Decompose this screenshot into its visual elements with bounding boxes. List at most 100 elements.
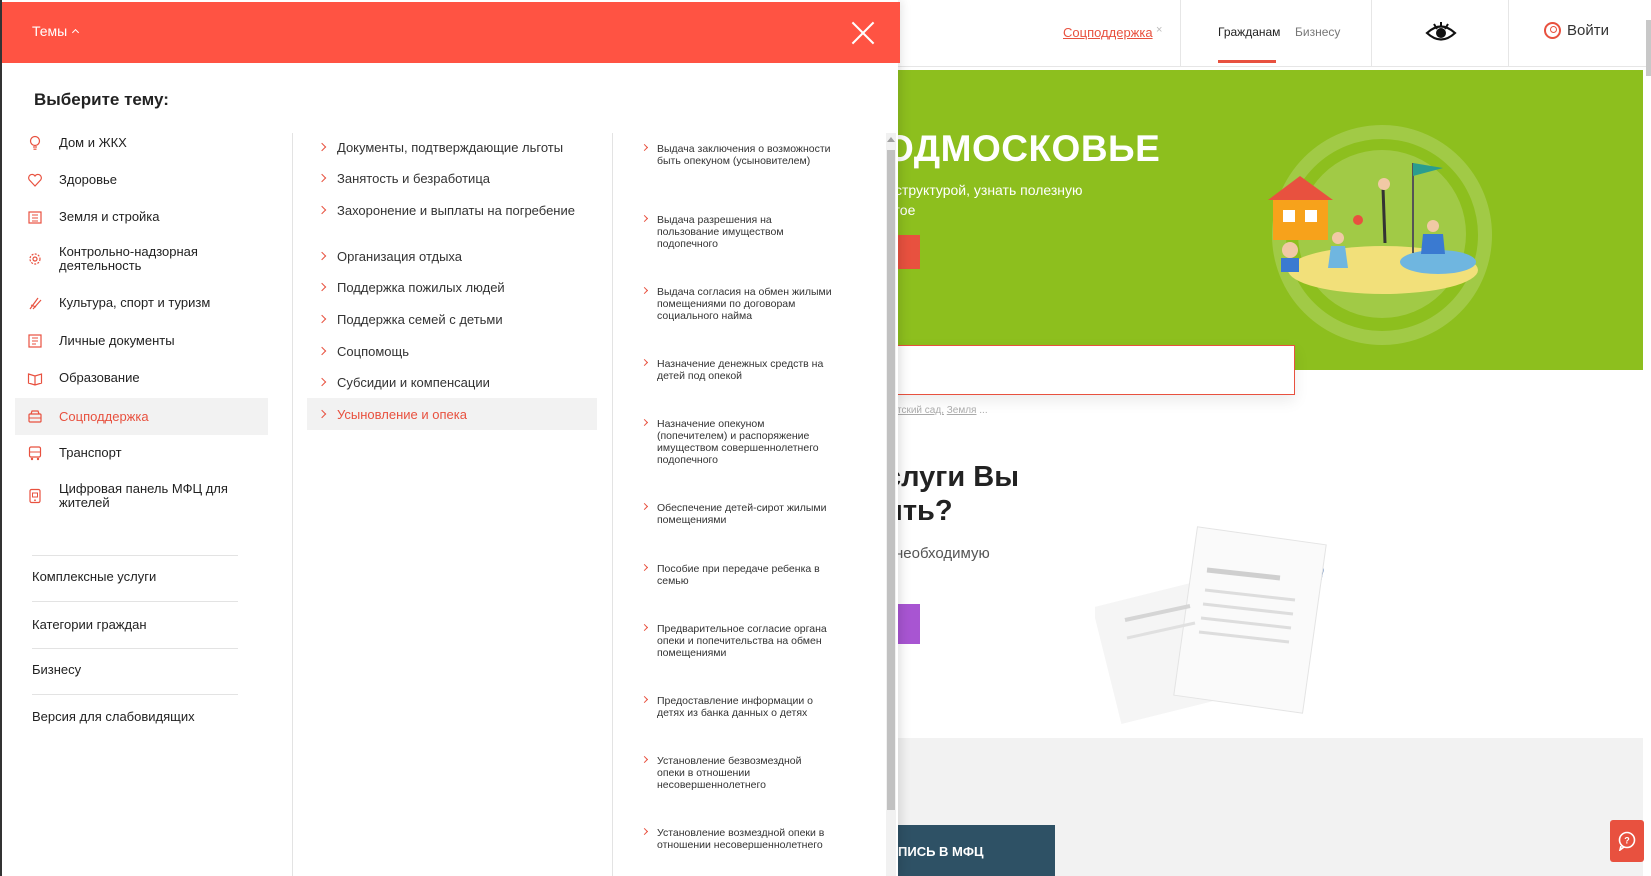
topic-label: Культура, спорт и туризм: [59, 295, 211, 310]
building-icon: [27, 209, 43, 225]
tab-citizens[interactable]: Гражданам: [1218, 25, 1280, 39]
chevron-right-icon: [317, 346, 327, 356]
services-button[interactable]: [895, 604, 920, 644]
topics-toggle-label: Темы: [32, 23, 68, 39]
service-item[interactable]: Установление возмездной опеки в отношени…: [640, 827, 832, 851]
subtopic-label: Организация отдыха: [337, 249, 462, 264]
service-item[interactable]: Назначение опекуном (попечителем) и расп…: [640, 418, 832, 466]
subtopic-adoption[interactable]: Усыновление и опека: [307, 398, 597, 430]
topic-label: Образование: [59, 370, 140, 385]
header-divider: [1371, 0, 1372, 66]
subtopic-label: Субсидии и компенсации: [337, 375, 490, 390]
business-link[interactable]: Бизнесу: [32, 662, 81, 677]
divider: [32, 648, 238, 649]
topic-label: Дом и ЖКХ: [59, 135, 127, 150]
subtopic-label: Усыновление и опека: [337, 407, 467, 422]
hero-button[interactable]: [895, 235, 920, 269]
chevron-right-icon: [640, 695, 649, 704]
service-item[interactable]: Установление безвозмездной опеки в отнош…: [640, 755, 832, 791]
hero-subtitle-line1: структурой, узнать полезную: [895, 182, 1083, 198]
current-topic-link[interactable]: Соцподдержка: [1063, 25, 1153, 40]
service-label: Установление безвозмездной опеки в отнош…: [657, 755, 802, 791]
topic-social-support[interactable]: Соцподдержка: [15, 398, 268, 435]
svg-text:?: ?: [1624, 836, 1630, 846]
subtopic-social-aid[interactable]: Соцпомощь: [307, 345, 597, 359]
topic-label: Здоровье: [59, 172, 118, 187]
low-vision-version-link[interactable]: Версия для слабовидящих: [32, 709, 195, 724]
help-button[interactable]: ?: [1610, 820, 1644, 862]
topic-house[interactable]: Дом и ЖКХ: [15, 134, 268, 152]
service-item[interactable]: Пособие при передаче ребенка в семью: [640, 563, 832, 587]
document-icon: [27, 333, 43, 349]
menu-scrollbar-thumb[interactable]: [887, 150, 895, 810]
hint-prefix[interactable]: тский сад,: [897, 405, 944, 416]
service-item[interactable]: Назначение денежных средств на детей под…: [640, 358, 832, 382]
service-item[interactable]: Предварительное согласие органа опеки и …: [640, 623, 832, 659]
chevron-right-icon: [317, 282, 327, 292]
topics-menu: Темы Выберите тему: Дом и ЖКХ Здоровье З…: [0, 0, 900, 876]
subtopic-recreation[interactable]: Организация отдыха: [307, 250, 597, 264]
topic-transport[interactable]: Транспорт: [15, 444, 268, 462]
subtopic-label: Занятость и безработица: [337, 171, 490, 186]
search-hint: тский сад, Земля ...: [897, 405, 988, 416]
page-scrollbar[interactable]: [1646, 20, 1651, 76]
service-item[interactable]: Выдача заключения о возможности быть опе…: [640, 143, 832, 167]
hero-search-input[interactable]: [895, 345, 1295, 395]
topic-health[interactable]: Здоровье: [15, 171, 268, 189]
topic-documents[interactable]: Личные документы: [15, 332, 268, 350]
topics-toggle-button[interactable]: Темы: [32, 23, 80, 39]
chevron-up-icon: [72, 28, 80, 37]
service-item[interactable]: Обеспечение детей-сирот жилыми помещения…: [640, 502, 832, 526]
tab-business[interactable]: Бизнесу: [1295, 25, 1340, 39]
subtopic-elderly[interactable]: Поддержка пожилых людей: [307, 281, 597, 295]
complex-services-link[interactable]: Комплексные услуги: [32, 569, 156, 584]
subtopic-benefit-documents[interactable]: Документы, подтверждающие льготы: [307, 141, 597, 155]
topic-control[interactable]: Контрольно-надзорная деятельность: [15, 244, 268, 274]
service-label: Предварительное согласие органа опеки и …: [657, 623, 827, 659]
hint-link[interactable]: Земля: [947, 405, 977, 416]
topic-digital-panel[interactable]: Цифровая панель МФЦ для жителей: [15, 481, 268, 511]
chevron-right-icon: [640, 286, 649, 295]
subtopic-employment[interactable]: Занятость и безработица: [307, 172, 597, 186]
close-icon[interactable]: [850, 20, 876, 46]
bus-icon: [27, 445, 43, 461]
scroll-up-arrow-icon[interactable]: [887, 137, 895, 142]
gear-icon: [27, 251, 43, 267]
chevron-right-icon: [317, 173, 327, 183]
service-item[interactable]: Выдача согласия на обмен жилыми помещени…: [640, 286, 832, 322]
mfc-appointment-button[interactable]: ПИСЬ В МФЦ: [890, 825, 1055, 876]
hero-title: ОДМОСКОВЬЕ: [885, 128, 1161, 169]
topic-label: Личные документы: [59, 333, 175, 348]
header-divider: [1508, 0, 1509, 66]
hero-subtitle: структурой, узнать полезную гое: [895, 180, 1095, 220]
remove-topic-icon[interactable]: ×: [1156, 24, 1162, 36]
chevron-right-icon: [640, 358, 649, 367]
header-divider: [1180, 0, 1181, 66]
topic-culture[interactable]: Культура, спорт и туризм: [15, 294, 268, 312]
subtopic-label: Поддержка семей с детьми: [337, 312, 503, 327]
subtopic-subsidies[interactable]: Субсидии и компенсации: [307, 376, 597, 390]
user-icon: [1544, 22, 1561, 39]
eye-icon[interactable]: [1425, 22, 1457, 44]
chevron-right-icon: [317, 409, 327, 419]
service-item[interactable]: Предоставление информации о детях из бан…: [640, 695, 832, 719]
divider: [32, 601, 238, 602]
login-button[interactable]: Войти: [1544, 22, 1609, 39]
divider: [32, 555, 238, 556]
subtopic-label: Захоронение и выплаты на погребение: [337, 203, 575, 218]
chevron-right-icon: [640, 143, 649, 152]
topic-education[interactable]: Образование: [15, 369, 268, 387]
chevron-right-icon: [317, 377, 327, 387]
subtopic-burial[interactable]: Захоронение и выплаты на погребение: [307, 204, 597, 218]
chevron-right-icon: [317, 142, 327, 152]
citizen-categories-link[interactable]: Категории граждан: [32, 617, 147, 632]
flag-icon: [27, 295, 43, 311]
chevron-right-icon: [640, 563, 649, 572]
hero-subtitle-line2: гое: [895, 202, 916, 218]
service-label: Пособие при передаче ребенка в семью: [657, 563, 820, 587]
topic-land[interactable]: Земля и стройка: [15, 208, 268, 226]
service-label: Назначение денежных средств на детей под…: [657, 358, 824, 382]
subtopic-families[interactable]: Поддержка семей с детьми: [307, 313, 597, 327]
service-label: Установление возмездной опеки в отношени…: [657, 827, 825, 851]
service-item[interactable]: Выдача разрешения на пользование имущест…: [640, 214, 832, 250]
